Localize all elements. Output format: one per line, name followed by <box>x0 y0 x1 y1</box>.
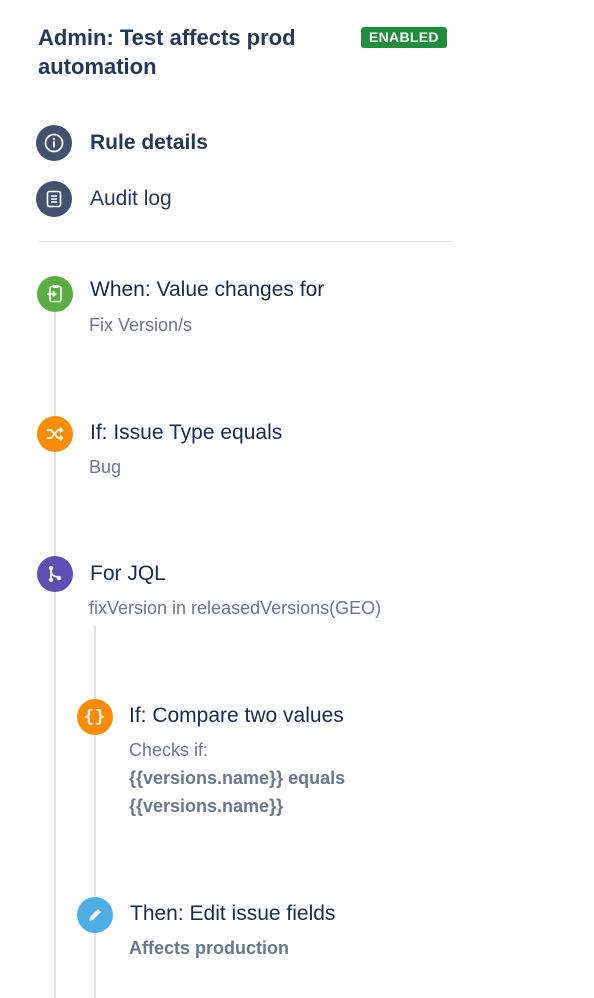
main-flow-line <box>54 310 56 998</box>
step-detail-condition: {{versions.name}} equals <box>129 768 346 788</box>
step-title: Then: Edit issue fields <box>130 902 336 925</box>
step-title: When: Value changes for <box>90 278 325 301</box>
step-when-value-changes[interactable]: When: Value changes for Fix Version/s <box>0 274 460 344</box>
status-badge: ENABLED <box>361 27 447 48</box>
step-detail: Bug <box>89 457 122 477</box>
braces-icon: {} <box>77 699 113 735</box>
pencil-icon <box>77 897 113 933</box>
step-if-issue-type[interactable]: If: Issue Type equals Bug <box>0 415 460 485</box>
shuffle-icon <box>37 416 73 452</box>
info-icon <box>36 125 72 161</box>
rule-title: Admin: Test affects prod automation <box>38 23 338 81</box>
step-detail: fixVersion in releasedVersions(GEO) <box>89 598 382 618</box>
list-icon <box>36 181 72 217</box>
rule-title-line1: Admin: Test affects prod <box>38 25 296 50</box>
nav-audit-log-label: Audit log <box>90 187 172 210</box>
step-then-edit-fields[interactable]: Then: Edit issue fields Affects producti… <box>0 896 460 966</box>
step-title: If: Issue Type equals <box>90 421 283 444</box>
step-title: For JQL <box>90 562 166 585</box>
step-detail-value: {{versions.name}} <box>129 796 284 816</box>
trigger-icon <box>37 276 73 312</box>
nav-audit-log[interactable]: Audit log <box>36 181 172 217</box>
step-for-jql[interactable]: For JQL fixVersion in releasedVersions(G… <box>0 556 460 626</box>
nav-rule-details[interactable]: Rule details <box>36 125 208 161</box>
step-title: If: Compare two values <box>129 704 344 727</box>
step-if-compare-values[interactable]: {} If: Compare two values Checks if: {{v… <box>0 698 460 828</box>
step-detail: Fix Version/s <box>89 315 193 335</box>
divider <box>38 241 453 242</box>
branch-icon <box>37 556 73 592</box>
step-detail: Affects production <box>129 938 289 958</box>
step-detail: Checks if: <box>129 740 209 760</box>
nav-rule-details-label: Rule details <box>90 131 208 154</box>
rule-title-line2: automation <box>38 54 157 79</box>
